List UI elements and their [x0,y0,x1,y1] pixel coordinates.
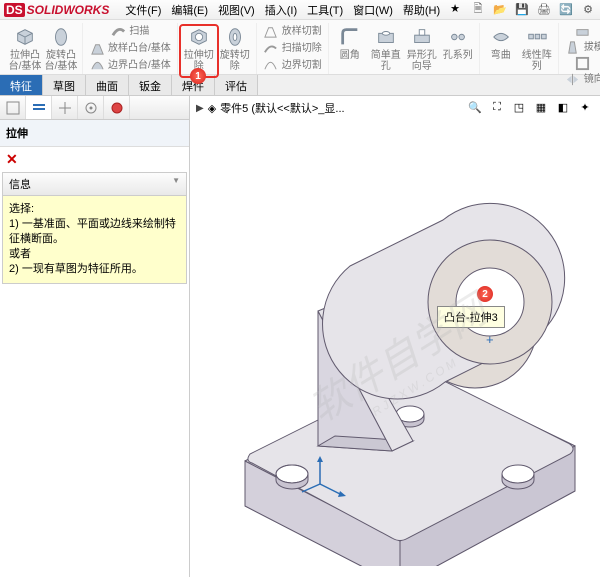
btn-extrude-boss[interactable]: 拉伸凸 台/基体 [8,23,42,74]
open-icon[interactable]: 📂 [492,2,508,18]
menu-view[interactable]: 视图(V) [214,0,259,20]
graphics-viewport[interactable]: ▶ ◈ 零件5 (默认<<默认>_显... 🔍 ⛶ ◳ ▦ ◧ ✦ [190,96,600,577]
btn-simple-hole[interactable]: 简单直 孔 [369,23,403,74]
btn-sweep[interactable]: 扫描 [108,23,151,40]
menu-more[interactable]: ★ [446,0,464,20]
orient-icon[interactable]: ◳ [510,98,528,116]
btn-sweep-cut[interactable]: 扫描切除 [261,40,324,57]
rebuild-icon[interactable]: 🔄 [558,2,574,18]
info-section: 信息 选择: 1) 一基准面、平面或边线来绘制特征横断面。 或者 2) 一现有草… [0,172,189,284]
info-line: 或者 [9,247,180,262]
ribbon-tabs: 特征 草图 曲面 钣金 焊件 评估 [0,75,600,96]
btn-mirror[interactable]: 镜向 [563,71,600,87]
property-panel: 拉伸 ✕ 信息 选择: 1) 一基准面、平面或边线来绘制特征横断面。 或者 2)… [0,96,190,577]
panel-tab-property[interactable] [26,96,52,119]
menu-tools[interactable]: 工具(T) [303,0,347,20]
btn-fillet[interactable]: 圆角 [333,23,367,74]
quick-access: 🗎 📂 💾 🖨 🔄 ⚙ [470,2,596,18]
main-menu: 文件(F) 编辑(E) 视图(V) 插入(I) 工具(T) 窗口(W) 帮助(H… [121,0,464,20]
model-view [190,136,600,566]
tab-surfaces[interactable]: 曲面 [86,75,129,95]
panel-close-button[interactable]: ✕ [0,147,189,172]
menu-file[interactable]: 文件(F) [121,0,165,20]
menu-insert[interactable]: 插入(I) [261,0,301,20]
info-line: 选择: [9,202,180,217]
feature-tooltip: 凸台-拉伸3 [437,306,505,328]
ribbon-toolbar: 拉伸凸 台/基体 旋转凸 台/基体 扫描 放样凸台/基体 边界凸台/基体 拉伸切… [0,20,600,75]
btn-loft-cut[interactable]: 放样切割 [261,23,324,40]
btn-hole-series[interactable]: 孔系列 [441,23,475,74]
tab-weldments[interactable]: 焊件 [172,75,215,95]
tab-features[interactable]: 特征 [0,75,43,95]
new-icon[interactable]: 🗎 [470,2,486,18]
btn-loft-boss[interactable]: 放样凸台/基体 [87,40,173,57]
breadcrumb-label: 零件5 (默认<<默认>_显... [220,100,344,116]
print-icon[interactable]: 🖨 [536,2,552,18]
btn-extrude-cut[interactable]: 拉伸切 除 [182,23,216,74]
title-bar: DS SOLIDWORKS 文件(F) 编辑(E) 视图(V) 插入(I) 工具… [0,0,600,20]
btn-revolve-boss[interactable]: 旋转凸 台/基体 [44,23,78,74]
btn-linear-pattern[interactable]: 线性阵 列 [520,23,554,74]
info-body: 选择: 1) 一基准面、平面或边线来绘制特征横断面。 或者 2) 一现有草图为特… [2,196,187,284]
ds-badge-icon: DS [4,3,25,17]
btn-boundary-cut[interactable]: 边界切割 [261,57,324,74]
btn-boundary-boss[interactable]: 边界凸台/基体 [87,57,173,74]
panel-tab-dim[interactable] [78,96,104,119]
btn-rib[interactable] [573,23,596,39]
menu-help[interactable]: 帮助(H) [399,0,444,20]
options-icon[interactable]: ⚙ [580,2,596,18]
display-icon[interactable]: ▦ [532,98,550,116]
btn-shell[interactable] [573,55,596,71]
part-icon: ◈ [208,102,216,115]
view-toolbar: 🔍 ⛶ ◳ ▦ ◧ ✦ [466,98,594,116]
panel-tab-appearance[interactable] [104,96,130,119]
panel-tab-feature[interactable] [0,96,26,119]
btn-draft[interactable]: 拔模 [563,39,600,55]
section-icon[interactable]: ◧ [554,98,572,116]
zoom-fit-icon[interactable]: 🔍 [466,98,484,116]
tab-sketch[interactable]: 草图 [43,75,86,95]
zoom-area-icon[interactable]: ⛶ [488,98,506,116]
menu-window[interactable]: 窗口(W) [349,0,397,20]
panel-tab-config[interactable] [52,96,78,119]
btn-revolve-cut[interactable]: 旋转切 除 [218,23,252,74]
menu-edit[interactable]: 编辑(E) [167,0,212,20]
btn-flex[interactable]: 弯曲 [484,23,518,74]
tab-sheetmetal[interactable]: 钣金 [129,75,172,95]
btn-hole-wizard[interactable]: 异形孔 向导 [405,23,439,74]
info-header[interactable]: 信息 [2,172,187,196]
save-icon[interactable]: 💾 [514,2,530,18]
panel-title: 拉伸 [0,120,189,147]
app-logo: DS SOLIDWORKS [4,3,109,17]
main-area: 拉伸 ✕ 信息 选择: 1) 一基准面、平面或边线来绘制特征横断面。 或者 2)… [0,96,600,577]
panel-tabs [0,96,189,120]
cursor-crosshair-icon: + [486,332,494,347]
breadcrumb-arrow-icon: ▶ [196,103,204,114]
info-line: 2) 一现有草图为特征所用。 [9,262,180,277]
scene-icon[interactable]: ✦ [576,98,594,116]
breadcrumb[interactable]: ▶ ◈ 零件5 (默认<<默认>_显... [196,100,345,116]
info-line: 1) 一基准面、平面或边线来绘制特征横断面。 [9,217,180,247]
tab-evaluate[interactable]: 评估 [215,75,258,95]
